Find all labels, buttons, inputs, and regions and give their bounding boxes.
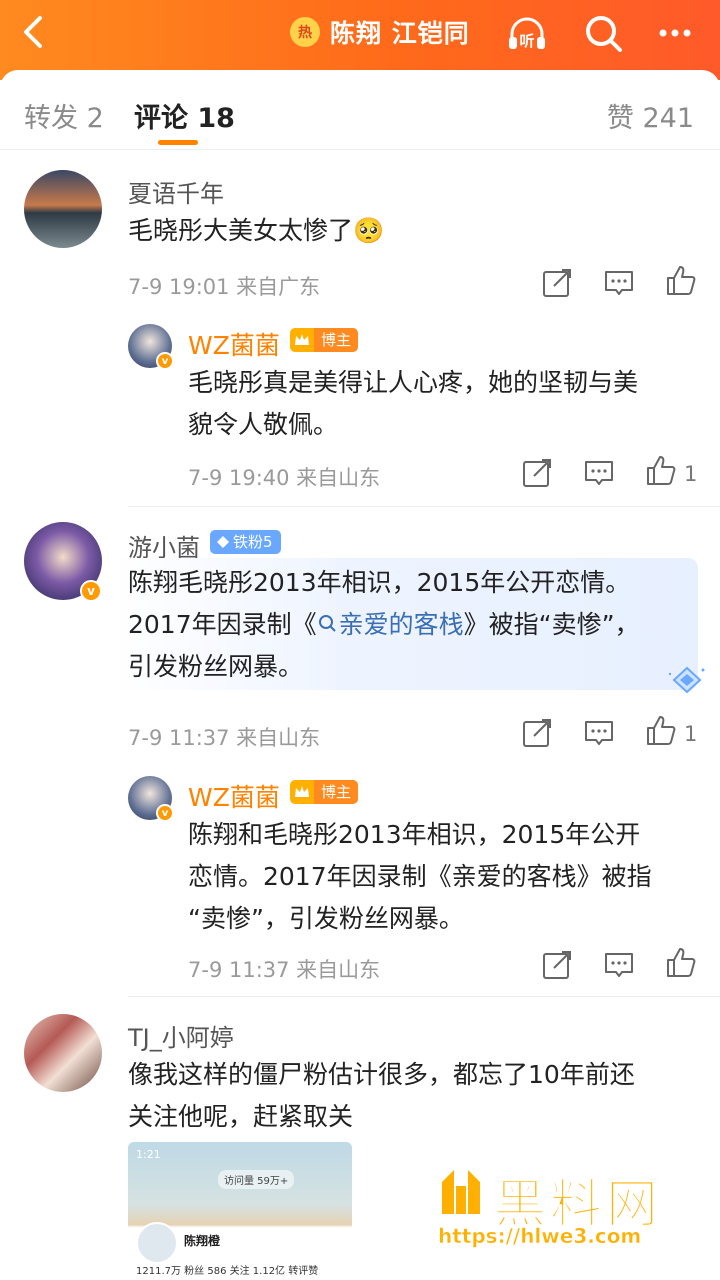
- comment-text-line: 关注他呢，赶紧取关: [128, 1102, 354, 1131]
- comment-text-line: 引发粉丝网暴。: [128, 652, 304, 681]
- comment-text-line: 陈翔毛晓彤2013年相识，2015年公开恋情。: [128, 568, 631, 597]
- avatar[interactable]: [24, 170, 102, 248]
- divider: [128, 506, 720, 507]
- like-icon[interactable]: [664, 946, 698, 980]
- more-icon[interactable]: [652, 10, 698, 56]
- crown-icon: [290, 328, 314, 352]
- comment-meta: 7-9 19:01 来自广东: [128, 275, 321, 299]
- verified-icon: v: [156, 352, 174, 370]
- page-title: 陈翔 江铠同: [330, 19, 470, 48]
- reply-username[interactable]: WZ菌菌: [188, 326, 280, 362]
- author-badge-label: 博主: [314, 780, 359, 804]
- comment-icon[interactable]: [602, 948, 636, 982]
- tab-comment[interactable]: 评论 18: [134, 96, 235, 135]
- listen-icon[interactable]: 听: [504, 10, 550, 56]
- comment-icon[interactable]: [582, 716, 616, 750]
- image-profile-stats: 1211.7万 粉丝 586 关注 1.12亿 转评赞: [136, 1266, 319, 1277]
- comment-text-line: 像我这样的僵尸粉估计很多，都忘了10年前还: [128, 1060, 635, 1089]
- comment-text-line: 2017年因录制《 亲爱的客栈》被指“卖惨”，: [128, 604, 640, 646]
- comment-icon[interactable]: [602, 266, 636, 300]
- author-badge: 博主: [290, 780, 359, 804]
- share-icon[interactable]: [540, 266, 574, 300]
- reply-text-line: 恋情。2017年因录制《亲爱的客栈》被指: [188, 862, 652, 891]
- search-link-icon: [318, 615, 336, 632]
- like-icon[interactable]: [664, 264, 698, 298]
- image-avatar: [136, 1222, 178, 1264]
- tab-like[interactable]: 赞 241: [607, 96, 694, 135]
- fan-badge-label: 铁粉5: [233, 533, 273, 551]
- tab-bar: 转发 2 评论 18 赞 241: [0, 80, 720, 150]
- comment-image[interactable]: 1:21 访问量 59万+ 陈翔橙 1211.7万 粉丝 586 关注 1.12…: [128, 1142, 352, 1280]
- crown-icon: [290, 780, 314, 804]
- verified-icon: v: [156, 804, 174, 822]
- like-icon[interactable]: [644, 454, 678, 488]
- share-icon[interactable]: [540, 948, 574, 982]
- top-bar: 热 陈翔 江铠同 听: [0, 0, 720, 80]
- hot-badge-icon: 热: [290, 17, 320, 47]
- sparkle-diamond-icon: [668, 666, 705, 694]
- author-badge: 博主: [290, 328, 359, 352]
- image-profile-name: 陈翔橙: [184, 1234, 221, 1248]
- reply-meta: 7-9 11:37 来自山东: [188, 958, 381, 982]
- author-badge-label: 博主: [314, 328, 359, 352]
- topic-link[interactable]: 亲爱的客栈: [317, 610, 464, 639]
- like-count: 1: [684, 722, 698, 746]
- topic-link-label: 亲爱的客栈: [338, 610, 464, 639]
- reply-username[interactable]: WZ菌菌: [188, 778, 280, 814]
- comment-icon[interactable]: [582, 456, 616, 490]
- back-icon[interactable]: [14, 12, 54, 52]
- reply-text-line: 貌令人敬佩。: [188, 410, 339, 439]
- comment-text: 毛晓彤大美女太惨了🥺: [128, 216, 385, 245]
- comment-text-segment: 》被指“卖惨”，: [463, 610, 640, 639]
- fan-badge: 铁粉5: [210, 530, 281, 554]
- tab-repost[interactable]: 转发 2: [24, 96, 104, 135]
- comment-meta: 7-9 11:37 来自山东: [128, 726, 321, 750]
- watermark-logo-icon: [442, 1170, 480, 1214]
- comment-text-segment: 2017年因录制《: [128, 610, 317, 639]
- watermark-url: https://hlwe3.com: [438, 1224, 642, 1249]
- reply-text-line: “卖惨”，引发粉丝网暴。: [188, 904, 464, 933]
- divider: [128, 996, 720, 997]
- topic-title[interactable]: 热 陈翔 江铠同: [290, 14, 470, 50]
- diamond-icon: [217, 536, 229, 548]
- like-icon[interactable]: [644, 714, 678, 748]
- reply-text-line: 陈翔和毛晓彤2013年相识，2015年公开: [188, 820, 641, 849]
- reply-meta: 7-9 19:40 来自山东: [188, 466, 381, 490]
- watermark: 黑料网 https://hlwe3.com: [432, 1158, 712, 1258]
- avatar[interactable]: [24, 1014, 102, 1092]
- share-icon[interactable]: [520, 456, 554, 490]
- verified-icon: v: [80, 580, 102, 602]
- reply-text-line: 毛晓彤真是美得让人心疼，她的坚韧与美: [188, 368, 639, 397]
- image-status-time: 1:21: [136, 1148, 161, 1161]
- tab-active-indicator: [158, 140, 198, 145]
- search-icon[interactable]: [580, 10, 626, 56]
- image-visits: 访问量 59万+: [218, 1170, 295, 1189]
- share-icon[interactable]: [520, 716, 554, 750]
- like-count: 1: [684, 462, 698, 486]
- listen-label: 听: [519, 32, 534, 50]
- comment-username[interactable]: TJ_小阿婷: [128, 1018, 234, 1053]
- comment-username[interactable]: 夏语千年: [128, 174, 224, 209]
